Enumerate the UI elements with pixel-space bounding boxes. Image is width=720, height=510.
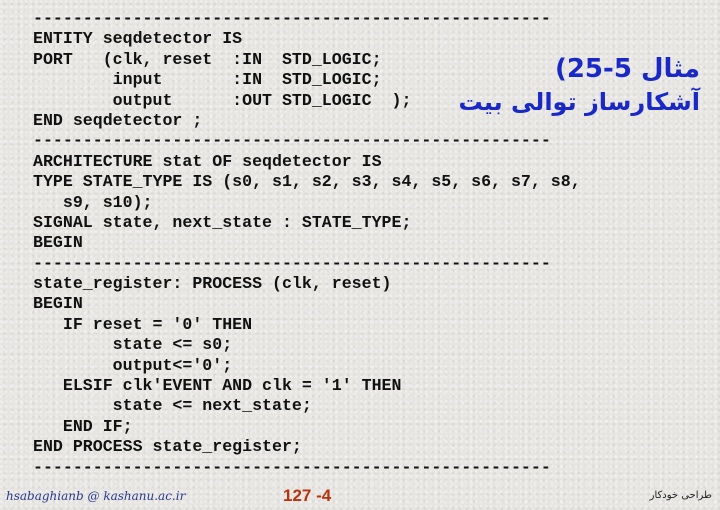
code-line: END PROCESS state_register; xyxy=(33,437,302,457)
code-line: ELSIF clk'EVENT AND clk = '1' THEN xyxy=(33,376,402,396)
code-line: ----------------------------------------… xyxy=(33,457,551,477)
author-email: hsabaghianb @ kashanu.ac.ir xyxy=(6,489,186,503)
page-number: 127 -4 xyxy=(283,486,332,505)
example-title: آشکارساز توالی بیت xyxy=(458,88,700,116)
code-line: state <= next_state; xyxy=(33,396,312,416)
code-line: IF reset = '0' THEN xyxy=(33,314,253,334)
code-line: ENTITY seqdetector IS xyxy=(33,29,243,49)
code-line: BEGIN xyxy=(33,294,83,314)
slide-title: مثال 5-25) آشکارساز توالی بیت xyxy=(458,52,700,118)
code-line: state_register: PROCESS (clk, reset) xyxy=(33,274,392,294)
course-name: طراحی خودکار xyxy=(649,490,712,501)
code-line: ----------------------------------------… xyxy=(33,131,551,151)
code-line: TYPE STATE_TYPE IS (s0, s1, s2, s3, s4, … xyxy=(33,172,581,192)
code-line: ----------------------------------------… xyxy=(33,9,551,28)
code-line: state <= s0; xyxy=(33,335,233,355)
example-number: مثال 5-25) xyxy=(554,54,700,84)
code-line: BEGIN xyxy=(33,233,83,253)
code-line: ----------------------------------------… xyxy=(33,253,551,273)
code-line: output<='0'; xyxy=(33,355,233,375)
code-line: END IF; xyxy=(33,416,133,436)
code-line: s9, s10); xyxy=(33,192,153,212)
code-line: SIGNAL state, next_state : STATE_TYPE; xyxy=(33,212,412,232)
code-line: ARCHITECTURE stat OF seqdetector IS xyxy=(33,151,382,171)
